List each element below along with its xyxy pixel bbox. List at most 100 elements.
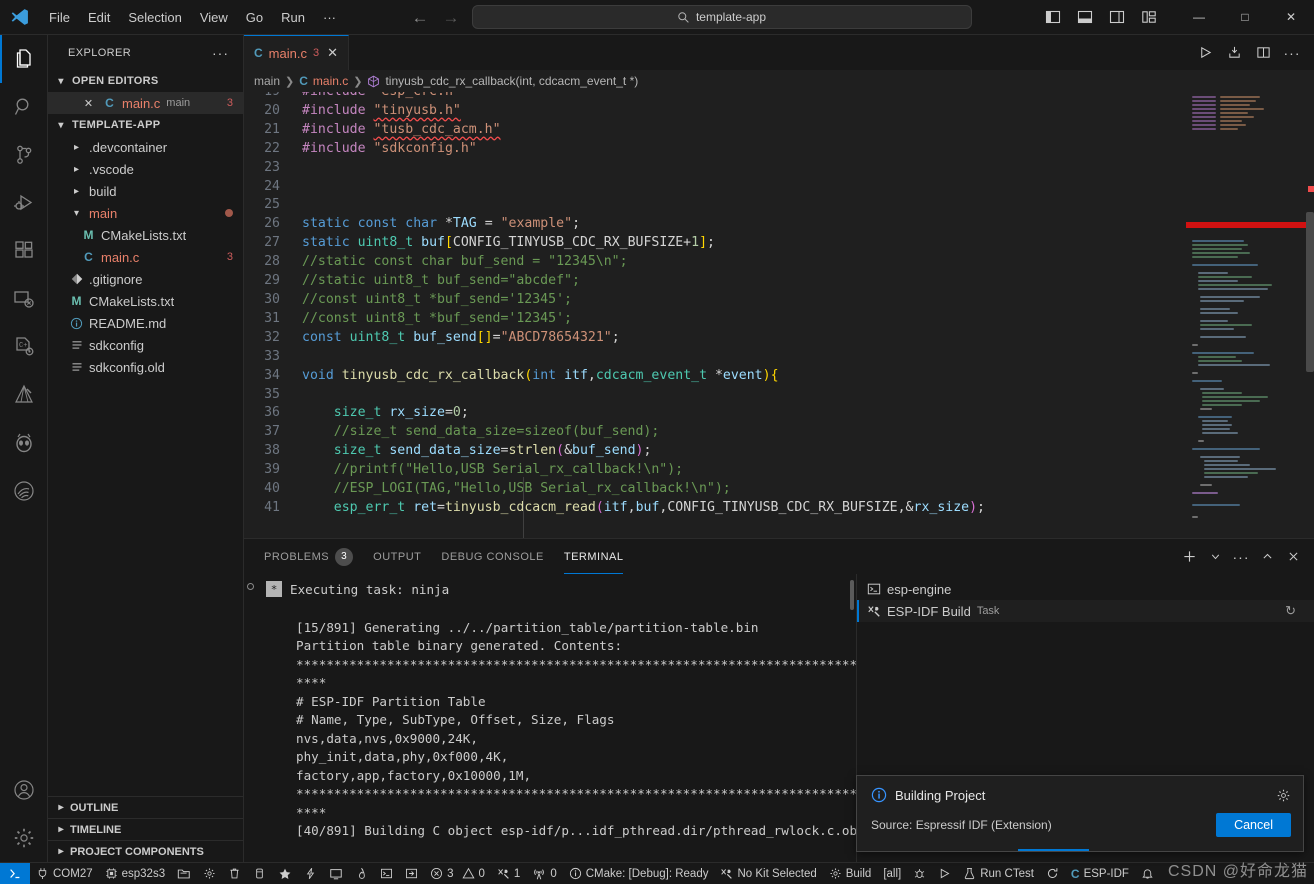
tab-debug-console[interactable]: DEBUG CONSOLE — [431, 539, 553, 574]
status-item-build-target[interactable]: [all] — [877, 863, 907, 884]
window-close-button[interactable]: ✕ — [1268, 0, 1314, 35]
run-debug-icon[interactable] — [1220, 39, 1248, 67]
tab-problems[interactable]: PROBLEMS 3 — [254, 539, 363, 574]
customize-layout-icon[interactable] — [1134, 2, 1164, 32]
maximize-panel-icon[interactable] — [1254, 544, 1280, 570]
status-item-launch[interactable] — [932, 863, 957, 884]
status-item-run-ctest[interactable]: Run CTest — [957, 863, 1040, 884]
section-project-components[interactable]: ▸ PROJECT COMPONENTS — [48, 840, 243, 862]
status-item-flash[interactable] — [247, 863, 272, 884]
activitybar-item-run-and-debug[interactable] — [0, 179, 48, 227]
activitybar-item-cmake-tools[interactable] — [0, 371, 48, 419]
notification-toast[interactable]: Building Project Source: Espressif IDF (… — [856, 775, 1304, 852]
terminal-list-item-esp-idf-build[interactable]: ESP-IDF Build Task ↻ — [857, 600, 1314, 622]
menu-view[interactable]: View — [191, 7, 237, 28]
status-item-qemu[interactable] — [399, 863, 424, 884]
breadcrumb-symbol[interactable]: tinyusb_cdc_rx_callback(int, cdcacm_even… — [385, 74, 638, 88]
section-outline[interactable]: ▸ OUTLINE — [48, 796, 243, 818]
activitybar-item-remote-explorer[interactable] — [0, 275, 48, 323]
status-item-errors[interactable]: 3 0 — [424, 863, 491, 884]
terminal-dropdown-icon[interactable] — [1202, 544, 1228, 570]
tab-close-icon[interactable]: ✕ — [327, 45, 338, 61]
close-icon[interactable]: ✕ — [80, 97, 97, 110]
menu-more[interactable]: ··· — [314, 7, 345, 28]
activitybar-item-platformio[interactable] — [0, 419, 48, 467]
status-item-port[interactable]: COM27 — [30, 863, 99, 884]
menu-go[interactable]: Go — [237, 7, 272, 28]
open-editor-item-main-c[interactable]: ✕ C main.c main 3 — [48, 92, 243, 114]
window-minimize-button[interactable]: — — [1176, 0, 1222, 35]
tree-item-main-c[interactable]: C main.c 3 — [48, 246, 243, 268]
tab-main-c[interactable]: C main.c 3 ✕ — [244, 35, 349, 70]
status-item-cmake-status[interactable]: CMake: [Debug]: Ready — [563, 863, 715, 884]
activitybar-item-search[interactable] — [0, 83, 48, 131]
menu-file[interactable]: File — [40, 7, 79, 28]
toggle-secondary-sidebar-icon[interactable] — [1102, 2, 1132, 32]
cancel-button[interactable]: Cancel — [1216, 813, 1291, 837]
breadcrumb-main[interactable]: main — [254, 74, 280, 88]
status-item-debug[interactable] — [349, 863, 374, 884]
arrow-right-icon[interactable]: → — [443, 9, 460, 26]
status-item-debug-target[interactable] — [907, 863, 932, 884]
tree-item-sdkconfig-old[interactable]: sdkconfig.old — [48, 356, 243, 378]
status-item-ports[interactable]: 0 — [526, 863, 562, 884]
status-item-kit[interactable]: No Kit Selected — [714, 863, 822, 884]
more-actions-icon[interactable]: ··· — [1228, 544, 1254, 570]
menu-run[interactable]: Run — [272, 7, 314, 28]
activitybar-item-source-control[interactable] — [0, 131, 48, 179]
arrow-left-icon[interactable]: ← — [412, 9, 429, 26]
status-item-refresh[interactable] — [1040, 863, 1065, 884]
status-item-monitor[interactable] — [323, 863, 349, 884]
status-item-terminal[interactable] — [374, 863, 399, 884]
activitybar-item-extensions[interactable] — [0, 227, 48, 275]
status-item-build-flash-monitor[interactable] — [298, 863, 323, 884]
terminal-scrollbar[interactable] — [850, 580, 854, 610]
window-maximize-button[interactable]: □ — [1222, 0, 1268, 35]
toggle-panel-icon[interactable] — [1070, 2, 1100, 32]
run-icon[interactable] — [1191, 39, 1219, 67]
status-item-tasks[interactable]: 1 — [491, 863, 526, 884]
gear-icon[interactable] — [1276, 788, 1291, 803]
status-item-esp-idf[interactable]: C ESP-IDF — [1065, 863, 1135, 884]
tree-item-main-cmakelists[interactable]: M CMakeLists.txt — [48, 224, 243, 246]
activitybar-item-settings[interactable] — [0, 814, 48, 862]
tree-item-root-cmakelists[interactable]: M CMakeLists.txt — [48, 290, 243, 312]
toggle-primary-sidebar-icon[interactable] — [1038, 2, 1068, 32]
status-item-favorite[interactable] — [272, 863, 298, 884]
status-item-target[interactable]: esp32s3 — [99, 863, 171, 884]
status-item-folder-open[interactable] — [171, 863, 197, 884]
activitybar-item-accounts[interactable] — [0, 766, 48, 814]
tab-terminal[interactable]: TERMINAL — [554, 539, 634, 574]
terminal-output-area[interactable]: * Executing task: ninja [15/891] Generat… — [244, 574, 856, 862]
minimap[interactable] — [1186, 92, 1314, 538]
section-open-editors[interactable]: ▾ OPEN EDITORS — [48, 70, 243, 92]
status-item-build[interactable]: Build — [823, 863, 878, 884]
status-item-notifications[interactable] — [1135, 863, 1160, 884]
status-remote-indicator[interactable] — [0, 862, 30, 884]
tree-item-vscode[interactable]: ▸ .vscode — [48, 158, 243, 180]
activitybar-item-cpp-tools[interactable]: C+ — [0, 323, 48, 371]
close-panel-icon[interactable] — [1280, 544, 1306, 570]
section-timeline[interactable]: ▸ TIMELINE — [48, 818, 243, 840]
breadcrumb-file[interactable]: main.c — [313, 74, 348, 88]
activitybar-item-explorer[interactable] — [0, 35, 48, 83]
tree-item-sdkconfig[interactable]: sdkconfig — [48, 334, 243, 356]
new-terminal-icon[interactable] — [1176, 544, 1202, 570]
more-actions-icon[interactable]: ··· — [1278, 39, 1306, 67]
status-item-fullclean[interactable] — [222, 863, 247, 884]
terminal-list-item-esp-engine[interactable]: esp-engine — [857, 578, 1314, 600]
split-editor-icon[interactable] — [1249, 39, 1277, 67]
command-center-search[interactable]: template-app — [471, 5, 972, 29]
activitybar-item-espressif-idf[interactable] — [0, 467, 48, 515]
tree-item-readme[interactable]: README.md — [48, 312, 243, 334]
status-item-sdkconfig[interactable] — [197, 863, 222, 884]
section-workspace[interactable]: ▾ TEMPLATE-APP — [48, 114, 243, 136]
tree-item-build[interactable]: ▸ build — [48, 180, 243, 202]
sidebar-more-actions-icon[interactable]: ··· — [206, 45, 235, 61]
menu-selection[interactable]: Selection — [119, 7, 190, 28]
tree-item-gitignore[interactable]: .gitignore — [48, 268, 243, 290]
code-editor[interactable]: 19#include "esp_crc.h" 20#include "tinyu… — [244, 92, 1186, 538]
tree-item-main-folder[interactable]: ▾ main — [48, 202, 243, 224]
tree-item-devcontainer[interactable]: ▸ .devcontainer — [48, 136, 243, 158]
tab-output[interactable]: OUTPUT — [363, 539, 431, 574]
